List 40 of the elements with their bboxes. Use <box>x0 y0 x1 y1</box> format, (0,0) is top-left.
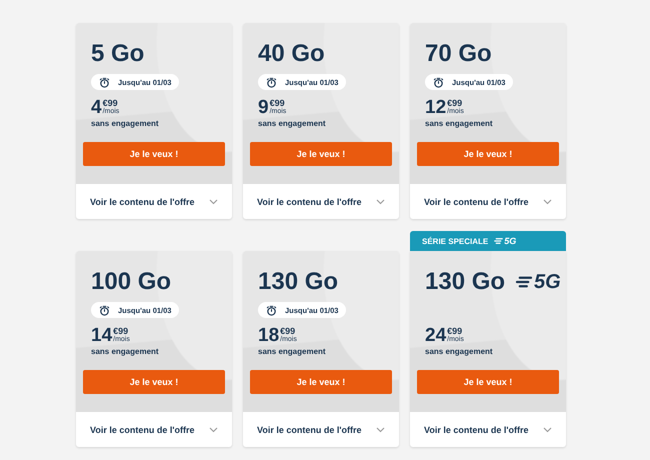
plan-title: 100 Go <box>91 268 172 296</box>
offer-details-toggle[interactable]: Voir le contenu de l'offre <box>243 184 399 219</box>
stopwatch-icon <box>99 76 110 88</box>
plan-title: 40 Go <box>258 40 325 68</box>
commitment-text: sans engagement <box>424 346 494 356</box>
order-button[interactable]: Je le veux ! <box>417 142 559 166</box>
commitment-text: sans engagement <box>90 346 160 356</box>
order-button[interactable]: Je le veux ! <box>83 142 225 166</box>
plan-title: 130 Go <box>258 268 338 296</box>
chevron-down-icon <box>376 426 385 432</box>
plan-title: 70 Go <box>425 40 492 68</box>
offer-details-toggle[interactable]: Voir le contenu de l'offre <box>410 184 566 219</box>
speed-lines-icon <box>494 237 504 245</box>
plan-title: 130 Go <box>425 268 506 296</box>
plan-title: 5 Go <box>91 40 144 68</box>
commitment-text: sans engagement <box>424 118 494 128</box>
order-button[interactable]: Je le veux ! <box>250 370 392 394</box>
offer-details-toggle[interactable]: Voir le contenu de l'offre <box>76 184 232 219</box>
stopwatch-icon <box>266 76 277 88</box>
order-button[interactable]: Je le veux ! <box>83 370 225 394</box>
order-button[interactable]: Je le veux ! <box>250 142 392 166</box>
chevron-down-icon <box>209 426 218 432</box>
banner-label: SÉRIE SPECIALE <box>422 236 488 246</box>
offer-details-toggle[interactable]: Voir le contenu de l'offre <box>410 412 566 447</box>
commitment-text: sans engagement <box>90 118 160 128</box>
chevron-down-icon <box>376 198 385 204</box>
chevron-down-icon <box>543 426 552 432</box>
commitment-text: sans engagement <box>257 346 327 356</box>
stopwatch-icon <box>266 304 277 316</box>
order-button[interactable]: Je le veux ! <box>417 370 559 394</box>
chevron-down-icon <box>543 198 552 204</box>
speed-lines-icon <box>515 275 534 289</box>
chevron-down-icon <box>209 198 218 204</box>
tag-label: 5G <box>504 236 516 246</box>
offer-details-toggle[interactable]: Voir le contenu de l'offre <box>243 412 399 447</box>
offer-details-toggle[interactable]: Voir le contenu de l'offre <box>76 412 232 447</box>
stopwatch-icon <box>99 304 110 316</box>
network-label: 5G <box>534 270 561 294</box>
commitment-text: sans engagement <box>257 118 327 128</box>
stopwatch-icon <box>433 76 444 88</box>
